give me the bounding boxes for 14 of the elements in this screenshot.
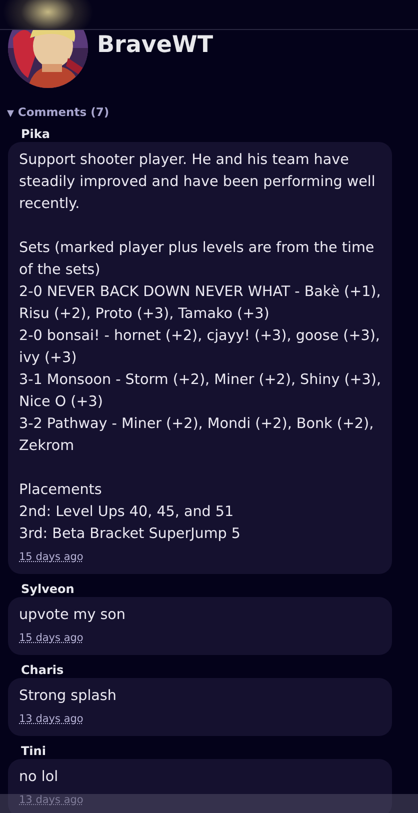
comment-author: Sylveon [21, 582, 74, 596]
comment-author: Pika [21, 127, 50, 141]
comments-toggle[interactable]: ▼ Comments (7) [7, 105, 110, 119]
comment-time: 13 days ago [19, 712, 84, 726]
comment-text: upvote my son [19, 606, 126, 625]
comment-text: Strong splash [19, 687, 118, 706]
comment-text: Support shooter player. He and his team have steadily improved and have been performing well recently. Sets (marked player plus levels are from the time of the sets) 2-0 NEVER BACK DOWN NEVER WHAT - Bakè (+1), Risu (+2), Proto (+3), Tamako (+3) 2-0 bonsai! - hornet (+2), cjayy! (+3), goose (+3), ivy (+3) 3-1 Monsoon - Storm (+2), Miner (+2), Shiny (+3), Nice O (+3) 3-2 Pathway - Miner (+2), Mondi (+2), Bonk (+2), Zekrom Placements 2nd: Level Ups 40, 45, and 51 3rd: Beta Bracket SuperJump 5 [19, 151, 381, 544]
comment-time: 15 days ago [19, 631, 84, 645]
comment-author: Tini [21, 744, 46, 758]
comment-time: 15 days ago [19, 550, 84, 564]
comment-text: no lol [19, 768, 60, 787]
comment-author: Charis [21, 663, 64, 677]
username: BraveWT [97, 32, 214, 58]
comment-time: 13 days ago [19, 793, 84, 807]
